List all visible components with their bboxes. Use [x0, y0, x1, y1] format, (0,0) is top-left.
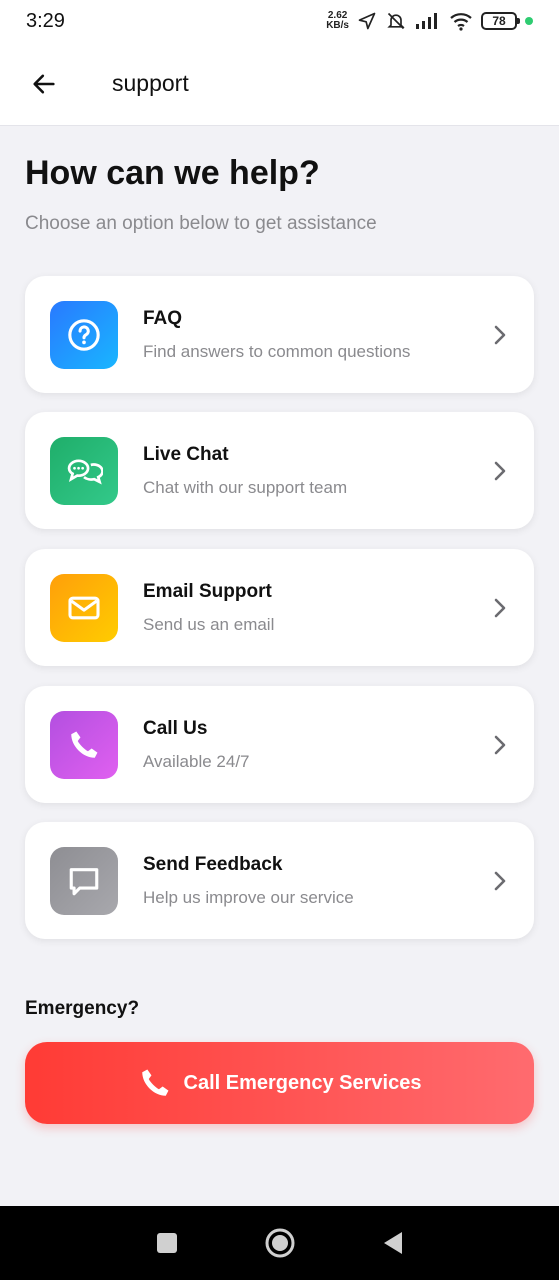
- back-button[interactable]: [14, 54, 74, 114]
- emergency-label: Emergency?: [25, 998, 140, 1019]
- home-button[interactable]: [260, 1223, 300, 1263]
- status-bar: 3:29 2.62 KB/s 78: [0, 0, 559, 42]
- send-feedback-option-text: Send Feedback Help us improve our servic…: [143, 854, 488, 908]
- option-title: Live Chat: [143, 443, 229, 465]
- live-chat-option-card[interactable]: Live Chat Chat with our support team: [25, 412, 534, 529]
- phone-icon: [141, 1069, 168, 1096]
- battery-level: 78: [492, 14, 506, 28]
- option-subtitle: Available 24/7: [143, 751, 250, 771]
- status-time: 3:29: [26, 9, 65, 32]
- arrow-left-icon: [33, 74, 55, 93]
- chevron-right-icon: [494, 871, 506, 890]
- chevron-right-icon: [494, 325, 506, 344]
- option-title: FAQ: [143, 307, 183, 329]
- square-icon: [156, 1233, 177, 1253]
- option-subtitle: Help us improve our service: [143, 887, 354, 907]
- option-subtitle: Send us an email: [143, 614, 275, 634]
- email-support-icon-tile: [50, 573, 118, 642]
- battery-icon: 78: [481, 12, 520, 30]
- send-feedback-icon-tile: [50, 846, 118, 915]
- phone-icon: [71, 731, 98, 758]
- call-us-option-card[interactable]: Call Us Available 24/7: [25, 686, 534, 803]
- option-subtitle: Chat with our support team: [143, 477, 348, 497]
- location-arrow-icon: [358, 12, 376, 30]
- option-title: Email Support: [143, 580, 272, 602]
- option-subtitle: Find answers to common questions: [143, 341, 411, 361]
- faq-icon-tile: [50, 300, 118, 369]
- wifi-icon: [450, 13, 472, 31]
- live-chat-option-text: Live Chat Chat with our support team: [143, 444, 488, 498]
- chevron-right-icon: [494, 598, 506, 617]
- live-chat-icon-tile: [50, 436, 118, 505]
- chevron-right-icon: [494, 735, 506, 754]
- privacy-indicator-dot: [525, 17, 533, 25]
- page-title: support: [112, 70, 189, 96]
- signal-icon: [416, 13, 437, 29]
- call-emergency-button[interactable]: Call Emergency Services: [25, 1042, 534, 1124]
- email-support-option-card[interactable]: Email Support Send us an email: [25, 549, 534, 666]
- triangle-back-icon: [383, 1232, 402, 1254]
- option-title: Call Us: [143, 717, 208, 739]
- question-icon: [68, 318, 100, 351]
- recents-button[interactable]: [147, 1223, 187, 1263]
- option-title: Send Feedback: [143, 853, 283, 875]
- email-support-option-text: Email Support Send us an email: [143, 581, 488, 635]
- faq-option-text: FAQ Find answers to common questions: [143, 308, 488, 362]
- chat-bubbles-icon: [67, 458, 103, 484]
- send-feedback-option-card[interactable]: Send Feedback Help us improve our servic…: [25, 822, 534, 939]
- chevron-right-icon: [494, 461, 506, 480]
- system-nav-bar: [0, 1206, 559, 1280]
- envelope-icon: [68, 596, 100, 619]
- mute-icon: [387, 12, 405, 30]
- feedback-icon: [69, 867, 99, 895]
- emergency-button-label: Call Emergency Services: [183, 1071, 422, 1094]
- call-us-icon-tile: [50, 710, 118, 779]
- faq-option-card[interactable]: FAQ Find answers to common questions: [25, 276, 534, 393]
- network-speed: 2.62 KB/s: [326, 11, 349, 31]
- back-nav-button[interactable]: [373, 1223, 413, 1263]
- home-circle-icon: [265, 1228, 294, 1258]
- help-heading: How can we help?: [25, 154, 320, 192]
- call-us-option-text: Call Us Available 24/7: [143, 718, 488, 772]
- network-speed-unit: KB/s: [326, 20, 349, 31]
- app-bar: support: [0, 42, 559, 126]
- help-subheading: Choose an option below to get assistance: [25, 213, 377, 234]
- status-icons: 2.62 KB/s 78: [326, 11, 533, 31]
